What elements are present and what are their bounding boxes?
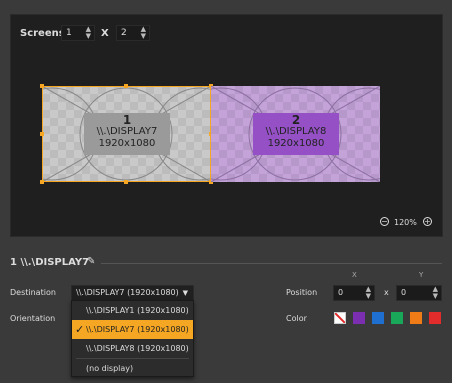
resize-handle[interactable] (40, 132, 44, 136)
color-blue-swatch[interactable] (372, 312, 384, 324)
position-x-value: 0 (338, 288, 344, 297)
plus-icon: + (424, 217, 431, 226)
color-orange-swatch[interactable] (410, 312, 422, 324)
menu-item-label: \\.\DISPLAY1 (1920x1080) (86, 306, 189, 315)
menu-item-display7[interactable]: ✓ \\.\DISPLAY7 (1920x1080) (72, 320, 193, 339)
pencil-icon[interactable]: ✎ (87, 256, 95, 267)
color-green-swatch[interactable] (391, 312, 403, 324)
menu-item-label: (no display) (86, 364, 134, 373)
dropdown-arrow-icon: ▼ (182, 289, 188, 297)
screens-columns-spinbox[interactable]: 1 ▲ ▼ (61, 25, 95, 41)
position-y-spinbox[interactable]: 0 ▲ ▼ (396, 285, 442, 301)
section-divider (101, 263, 442, 264)
position-x-spinbox[interactable]: 0 ▲ ▼ (333, 285, 375, 301)
resize-handle[interactable] (124, 180, 128, 184)
color-purple-swatch[interactable] (353, 312, 365, 324)
resize-handle[interactable] (40, 84, 44, 88)
column-y-header: Y (419, 271, 424, 279)
screen-2-resolution: 1920x1080 (267, 138, 325, 149)
resize-handle[interactable] (124, 84, 128, 88)
screens-columns-value: 1 (66, 28, 72, 38)
position-separator: x (384, 288, 389, 297)
menu-item-label: \\.\DISPLAY7 (1920x1080) (86, 325, 189, 334)
color-red-swatch[interactable] (429, 312, 441, 324)
color-label: Color (286, 314, 307, 323)
position-label: Position (286, 288, 318, 297)
spinner-arrows-icon[interactable]: ▲ ▼ (86, 26, 91, 40)
zoom-out-button[interactable]: − (380, 217, 389, 226)
screens-label: Screens (20, 28, 65, 39)
spinner-arrows-icon[interactable]: ▲ ▼ (366, 286, 371, 300)
spinner-arrows-icon[interactable]: ▲ ▼ (433, 286, 438, 300)
selection-outline (42, 86, 211, 182)
no-color-slash-icon (335, 313, 345, 323)
selected-screen-title: 1 \\.\DISPLAY7 (10, 257, 90, 268)
color-none-swatch[interactable] (334, 312, 346, 324)
checkmark-icon: ✓ (75, 323, 85, 336)
zoom-in-button[interactable]: + (423, 217, 432, 226)
resize-handle[interactable] (40, 180, 44, 184)
screen-2-display: \\.\DISPLAY8 (265, 126, 327, 137)
destination-menu: \\.\DISPLAY1 (1920x1080) ✓ \\.\DISPLAY7 (… (71, 300, 194, 377)
menu-item-no-display[interactable]: (no display) (72, 359, 193, 378)
screens-x-separator: X (101, 28, 109, 39)
column-x-header: X (352, 271, 357, 279)
destination-value: \\.\DISPLAY7 (1920x1080) (76, 288, 179, 297)
menu-item-label: \\.\DISPLAY8 (1920x1080) (86, 344, 189, 353)
screens-rows-spinbox[interactable]: 2 ▲ ▼ (116, 25, 150, 41)
screen-2-number: 2 (291, 113, 301, 127)
screen-tile-2[interactable]: 2 \\.\DISPLAY8 1920x1080 (211, 86, 380, 182)
screens-rows-value: 2 (121, 28, 127, 38)
minus-icon: − (381, 217, 388, 226)
orientation-label: Orientation (10, 314, 56, 323)
screen-2-label: 2 \\.\DISPLAY8 1920x1080 (253, 114, 339, 150)
destination-label: Destination (10, 288, 56, 297)
zoom-level: 120% (394, 218, 417, 227)
spinner-arrows-icon[interactable]: ▲ ▼ (141, 26, 146, 40)
menu-item-display1[interactable]: \\.\DISPLAY1 (1920x1080) (72, 301, 193, 320)
menu-item-display8[interactable]: \\.\DISPLAY8 (1920x1080) (72, 339, 193, 358)
destination-dropdown[interactable]: \\.\DISPLAY7 (1920x1080) ▼ (71, 285, 194, 301)
position-y-value: 0 (401, 288, 407, 297)
